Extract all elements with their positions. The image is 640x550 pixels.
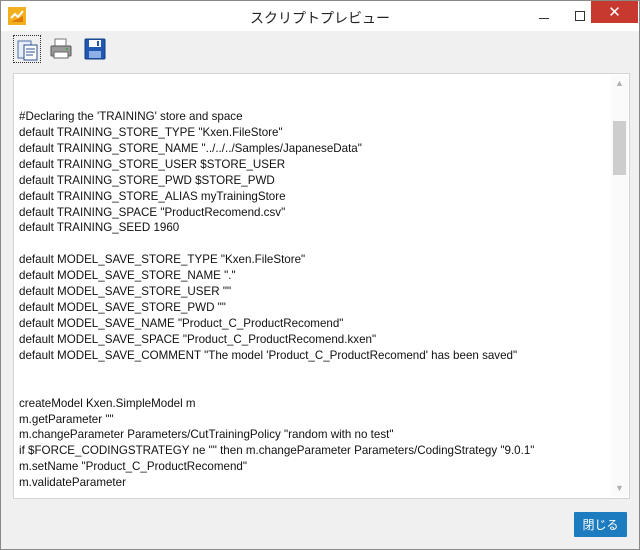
minimize-icon <box>539 17 549 19</box>
maximize-icon <box>575 11 585 21</box>
print-button[interactable] <box>47 35 75 63</box>
script-content: #Declaring the 'TRAINING' store and spac… <box>19 110 535 490</box>
minimize-button[interactable] <box>521 1 567 31</box>
save-button[interactable] <box>81 35 109 63</box>
title-bar[interactable]: スクリプトプレビュー ✕ <box>1 1 639 31</box>
toolbar <box>9 35 209 65</box>
scrollbar-thumb[interactable] <box>613 121 626 175</box>
copy-icon <box>17 40 38 61</box>
copy-button[interactable] <box>13 35 41 63</box>
scroll-down-icon[interactable]: ▼ <box>611 480 628 497</box>
vertical-scrollbar[interactable]: ▲ ▼ <box>611 75 628 497</box>
script-preview-window: スクリプトプレビュー ✕ #Declaring the 'TRAINING' s… <box>0 0 640 550</box>
window-close-button[interactable]: ✕ <box>591 1 638 23</box>
scroll-up-icon[interactable]: ▲ <box>611 75 628 92</box>
script-text-area[interactable]: #Declaring the 'TRAINING' store and spac… <box>13 73 630 499</box>
close-icon: ✕ <box>608 4 621 21</box>
print-icon <box>50 38 72 59</box>
save-icon <box>84 38 106 60</box>
close-button[interactable]: 閉じる <box>574 512 627 537</box>
maximize-button[interactable] <box>567 1 593 31</box>
